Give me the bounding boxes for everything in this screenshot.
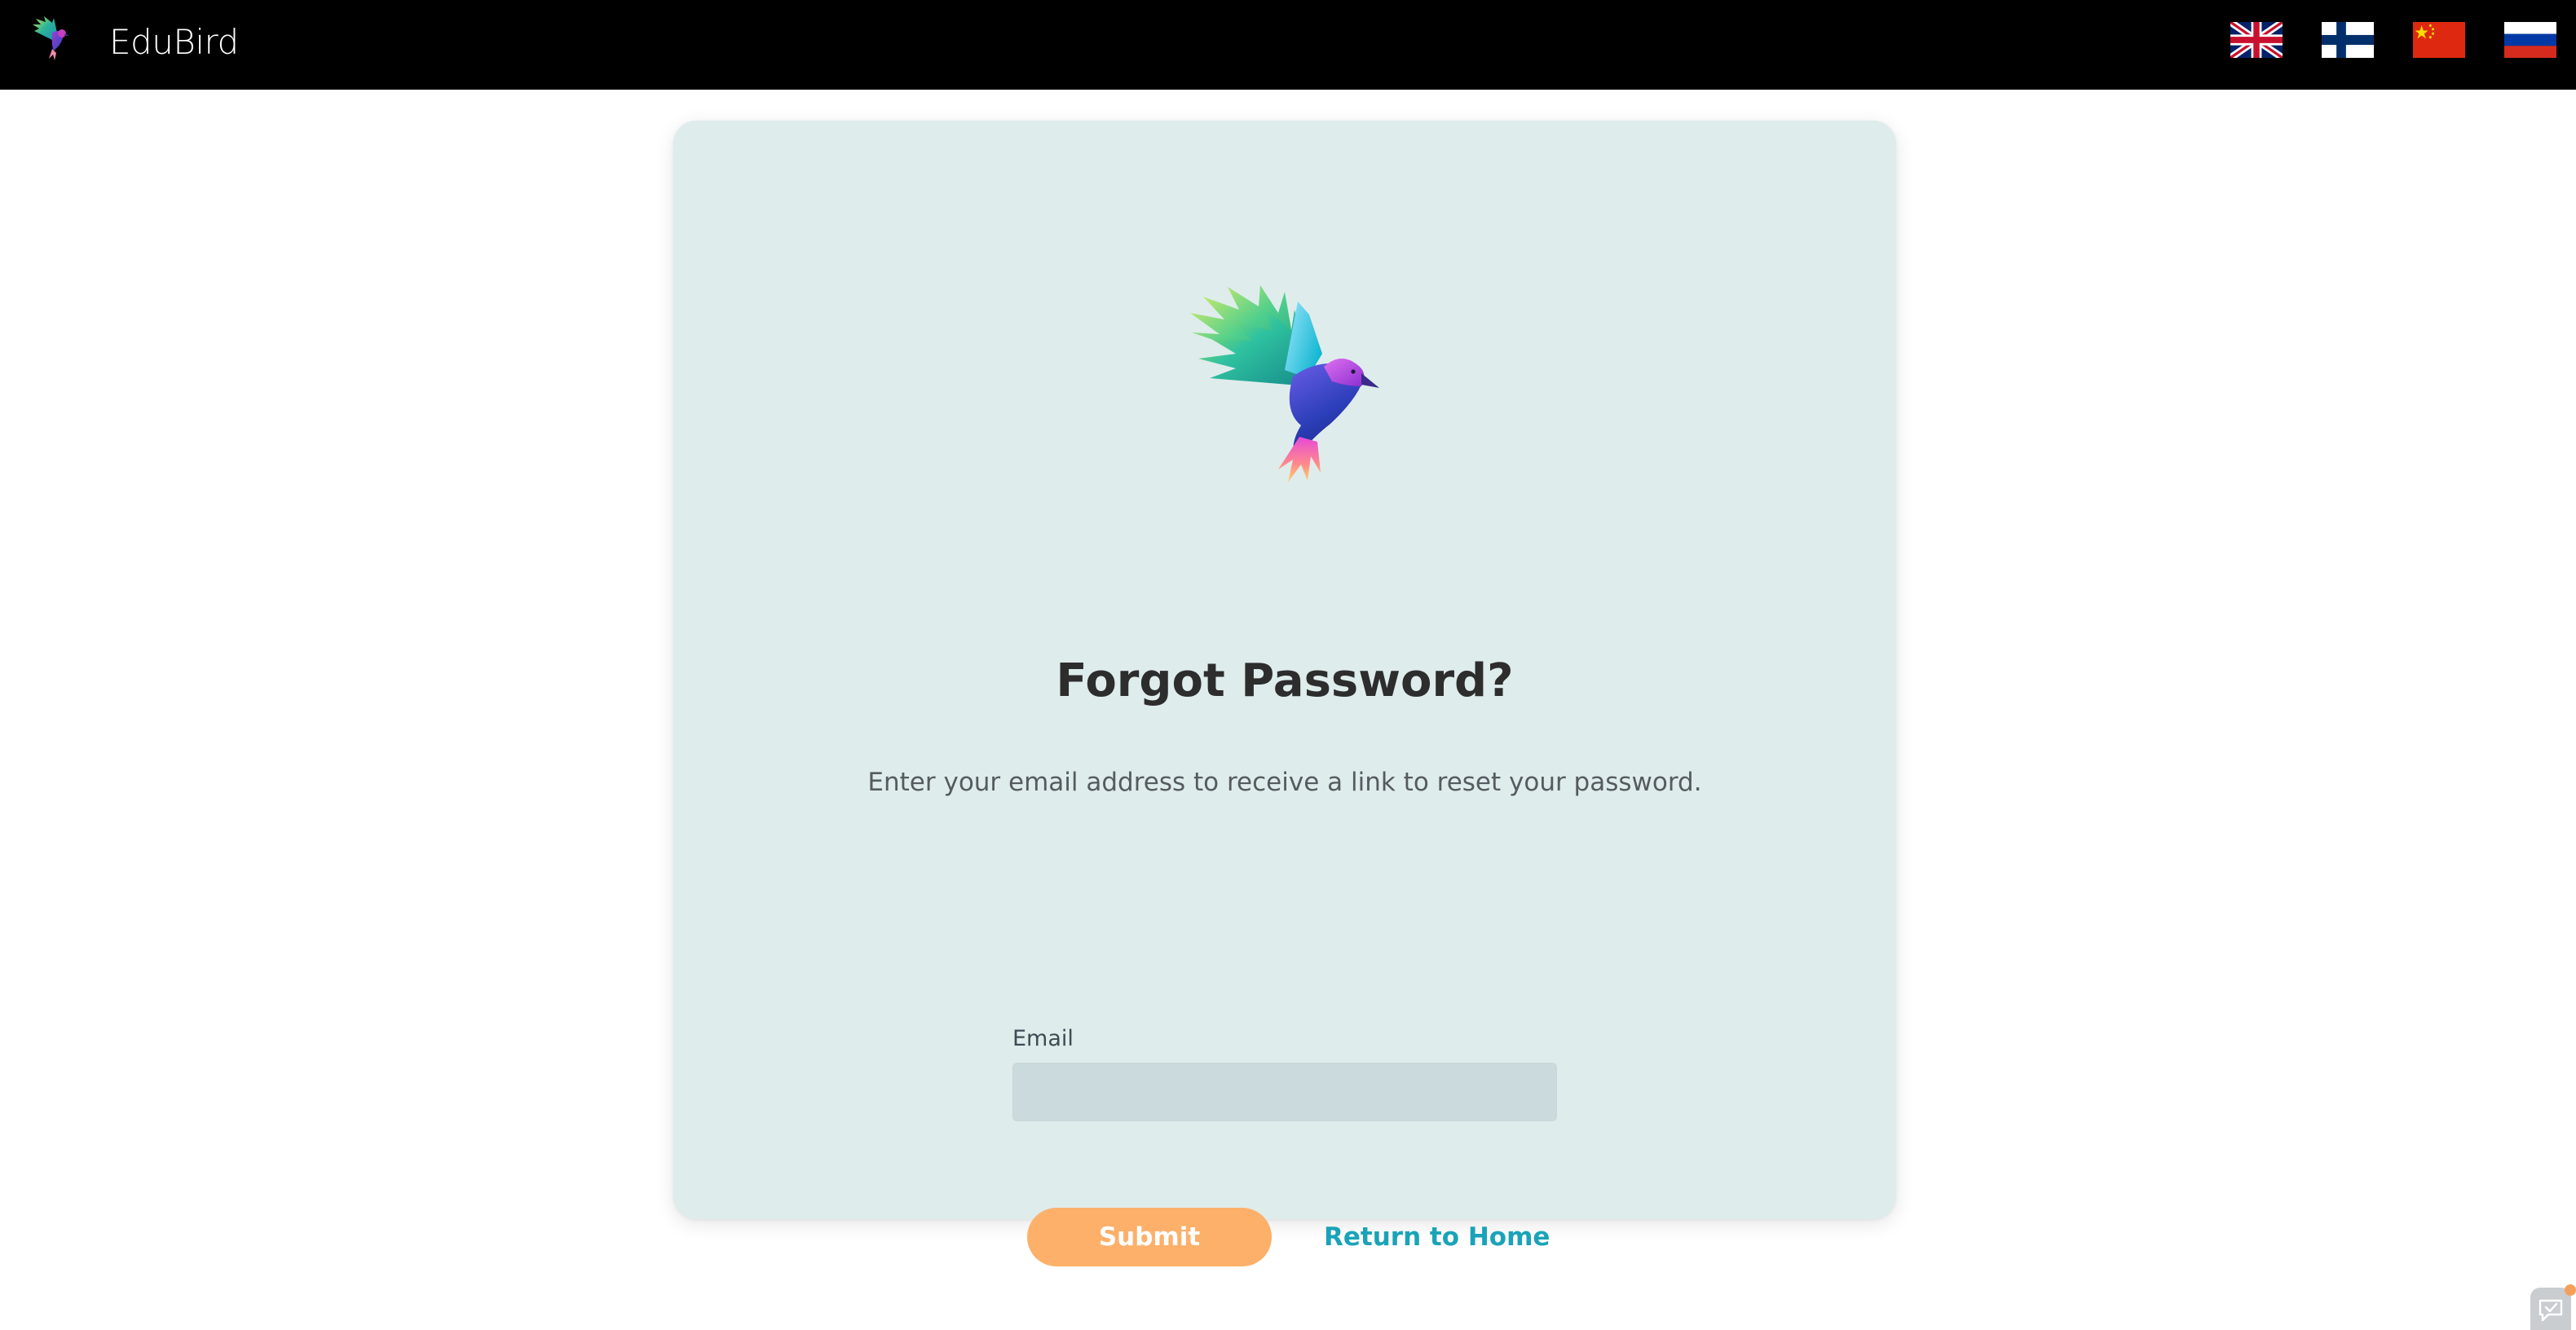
- email-field[interactable]: [1012, 1063, 1557, 1121]
- notification-dot: [2565, 1284, 2576, 1296]
- china-flag-icon[interactable]: [2413, 22, 2465, 58]
- feedback-widget-button[interactable]: [2530, 1284, 2576, 1330]
- top-navbar: EduBird: [0, 0, 2576, 90]
- russia-flag-icon[interactable]: [2504, 22, 2556, 58]
- brand-name[interactable]: EduBird: [109, 20, 239, 65]
- instructions-text: Enter your email address to receive a li…: [867, 768, 1702, 797]
- uk-flag-icon[interactable]: [2230, 22, 2283, 58]
- page-title: Forgot Password?: [1056, 654, 1514, 707]
- email-label: Email: [1012, 1026, 1074, 1051]
- chat-check-icon: [2539, 1299, 2563, 1322]
- return-to-home-link[interactable]: Return to Home: [1324, 1219, 1550, 1255]
- bird-logo-icon[interactable]: [29, 15, 78, 64]
- bird-logo-icon: [1187, 280, 1383, 484]
- finland-flag-icon[interactable]: [2322, 22, 2374, 58]
- submit-button[interactable]: Submit: [1027, 1208, 1272, 1266]
- forgot-password-card: Forgot Password? Enter your email addres…: [673, 121, 1896, 1266]
